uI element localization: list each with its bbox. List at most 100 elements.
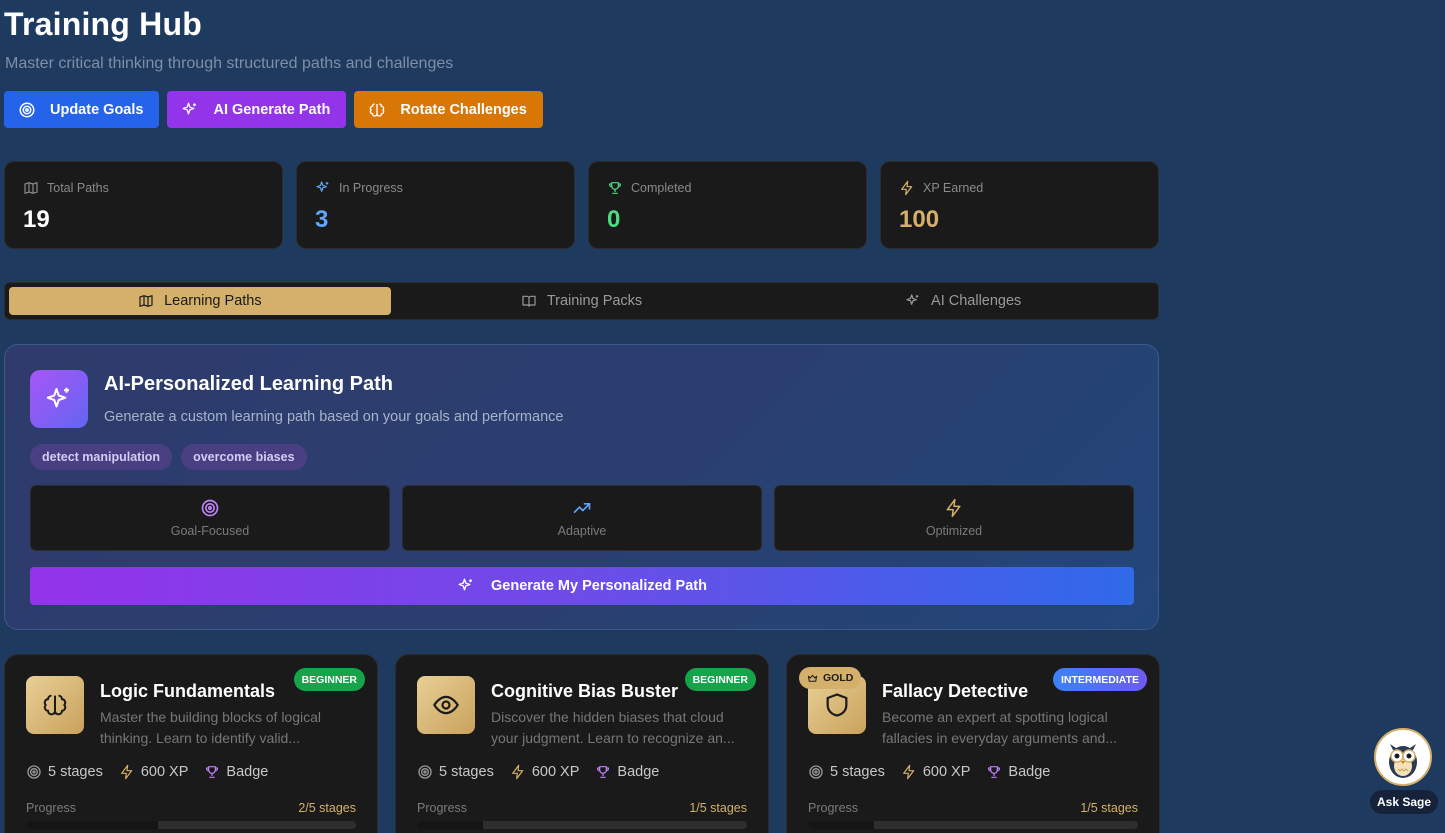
progress-bar — [417, 821, 747, 829]
trophy-icon — [597, 766, 610, 778]
zap-icon — [946, 498, 961, 518]
feature-goal-focused: Goal-Focused — [30, 485, 390, 551]
goal-chips: detect manipulation overcome biases — [30, 444, 307, 470]
map-icon — [24, 182, 38, 194]
difficulty-badge: BEGINNER — [293, 668, 365, 691]
target-icon — [19, 102, 35, 117]
sparkles-icon — [46, 387, 69, 408]
brain-icon — [43, 694, 67, 716]
update-goals-button[interactable]: Update Goals — [4, 91, 160, 128]
progress-count: 1/5 stages — [1080, 801, 1138, 815]
stat-value: 0 — [607, 206, 621, 233]
tab-label: Training Packs — [546, 293, 643, 309]
stat-label: Completed — [631, 181, 692, 195]
path-icon — [26, 676, 84, 734]
stat-total-paths: Total Paths 19 — [4, 161, 283, 249]
path-stages: 5 stages — [439, 764, 494, 780]
progress-label: Progress — [808, 801, 859, 815]
ai-card-description: Generate a custom learning path based on… — [104, 409, 564, 425]
path-description: Discover the hidden biases that cloud yo… — [491, 709, 735, 746]
stat-value: 3 — [315, 206, 329, 233]
trophy-icon — [608, 182, 622, 194]
book-icon — [522, 295, 536, 307]
zap-icon — [120, 764, 133, 780]
learning-path-list: BEGINNER Logic Fundamentals Master the b… — [4, 654, 1160, 833]
progress-count: 2/5 stages — [298, 801, 356, 815]
stat-value: 19 — [23, 206, 50, 233]
rotate-challenges-label: Rotate Challenges — [400, 101, 527, 118]
path-card-fallacy-detective[interactable]: GOLD INTERMEDIATE Fallacy Detective Beco… — [786, 654, 1160, 833]
ai-card-icon — [30, 370, 88, 428]
ask-sage-label: Ask Sage — [1370, 790, 1438, 814]
action-bar: Update Goals AI Generate Path Rotate Cha… — [4, 91, 543, 128]
zap-icon — [901, 180, 913, 196]
feature-adaptive: Adaptive — [402, 485, 762, 551]
feature-label: Optimized — [925, 524, 983, 538]
path-title: Logic Fundamentals — [100, 681, 276, 701]
path-stages: 5 stages — [48, 764, 103, 780]
rotate-challenges-button[interactable]: Rotate Challenges — [354, 91, 543, 128]
tab-label: AI Challenges — [931, 293, 1022, 309]
owl-avatar — [1374, 728, 1432, 786]
path-icon — [417, 676, 475, 734]
gold-tag: GOLD — [799, 667, 862, 689]
path-reward: Badge — [226, 764, 269, 780]
progress-label: Progress — [417, 801, 468, 815]
page-title: Training Hub — [4, 6, 202, 42]
stat-label: Total Paths — [47, 181, 109, 195]
path-title: Fallacy Detective — [882, 681, 1029, 701]
generate-path-label: Generate My Personalized Path — [491, 578, 707, 594]
path-card-logic-fundamentals[interactable]: BEGINNER Logic Fundamentals Master the b… — [4, 654, 378, 833]
eye-icon — [433, 695, 459, 715]
sparkles-icon — [316, 181, 329, 192]
stat-label: XP Earned — [923, 181, 984, 195]
progress-label: Progress — [26, 801, 77, 815]
feature-label: Goal-Focused — [170, 524, 250, 538]
path-description: Master the building blocks of logical th… — [100, 709, 322, 746]
tab-ai-challenges[interactable]: AI Challenges — [772, 287, 1154, 315]
difficulty-badge: INTERMEDIATE — [1053, 668, 1147, 691]
trophy-icon — [988, 766, 1001, 778]
stats-row: Total Paths 19 In Progress 3 Completed 0… — [4, 161, 1159, 249]
generate-path-button[interactable]: Generate My Personalized Path — [30, 567, 1134, 605]
difficulty-badge: BEGINNER — [684, 668, 756, 691]
path-reward: Badge — [617, 764, 660, 780]
goal-chip[interactable]: overcome biases — [181, 444, 307, 470]
feature-optimized: Optimized — [774, 485, 1134, 551]
stat-value: 100 — [899, 206, 940, 233]
zap-icon — [902, 764, 915, 780]
brain-icon — [370, 102, 385, 117]
target-icon — [201, 499, 219, 517]
page-subtitle: Master critical thinking through structu… — [5, 55, 454, 72]
crown-icon — [807, 674, 818, 682]
path-stages: 5 stages — [830, 764, 885, 780]
map-icon — [139, 295, 153, 307]
zap-icon — [511, 764, 524, 780]
path-xp: 600 XP — [531, 764, 580, 780]
ai-generate-path-button[interactable]: AI Generate Path — [167, 91, 347, 128]
owl-icon — [1389, 744, 1417, 778]
trending-up-icon — [573, 503, 591, 513]
tab-bar: Learning Paths Training Packs AI Challen… — [4, 282, 1159, 320]
shield-icon — [826, 693, 848, 717]
gold-tag-label: GOLD — [823, 672, 854, 684]
path-description: Become an expert at spotting logical fal… — [882, 709, 1118, 746]
stat-completed: Completed 0 — [588, 161, 867, 249]
stat-xp-earned: XP Earned 100 — [880, 161, 1159, 249]
feature-row: Goal-Focused Adaptive Optimized — [30, 485, 1134, 551]
sparkles-icon — [183, 102, 197, 114]
ask-sage-button[interactable]: Ask Sage — [1370, 728, 1438, 816]
sparkles-icon — [906, 294, 919, 305]
tab-training-packs[interactable]: Training Packs — [391, 287, 773, 315]
path-card-cognitive-bias-buster[interactable]: BEGINNER Cognitive Bias Buster Discover … — [395, 654, 769, 833]
progress-count: 1/5 stages — [689, 801, 747, 815]
path-xp: 600 XP — [140, 764, 189, 780]
stat-in-progress: In Progress 3 — [296, 161, 575, 249]
tab-learning-paths[interactable]: Learning Paths — [9, 287, 391, 315]
ai-generate-path-label: AI Generate Path — [213, 101, 331, 118]
goal-chip[interactable]: detect manipulation — [30, 444, 173, 470]
ai-personalized-path-card: AI-Personalized Learning Path Generate a… — [4, 344, 1159, 630]
update-goals-label: Update Goals — [50, 101, 144, 118]
path-meta: 5 stages 600 XP Badge — [26, 764, 268, 780]
path-meta: 5 stages 600 XP Badge — [808, 764, 1050, 780]
